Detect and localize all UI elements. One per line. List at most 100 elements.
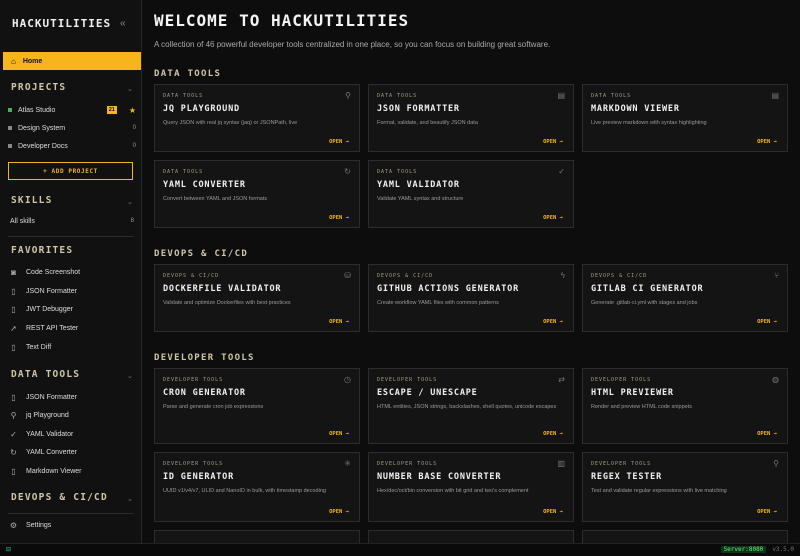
- favorite-item-rest-api-tester[interactable]: ➚ REST API Tester: [9, 322, 78, 334]
- card-category-tag: DEVOPS & CI/CD: [163, 273, 220, 279]
- projects-section-title[interactable]: PROJECTS: [11, 82, 66, 93]
- open-button[interactable]: OPEN →: [329, 215, 349, 221]
- project-item-developer-docs[interactable]: Developer Docs 0: [8, 140, 136, 152]
- tool-card-jq-playground[interactable]: DATA TOOLS ⚲ JQ PLAYGROUND Query JSON wi…: [154, 84, 360, 152]
- tool-card-regex-tester[interactable]: DEVELOPER TOOLS ⚲ REGEX TESTER Test and …: [582, 452, 788, 522]
- file-icon: ▯: [11, 466, 16, 476]
- card-title: GITHUB ACTIONS GENERATOR: [377, 284, 520, 294]
- skills-section-title[interactable]: SKILLS: [11, 195, 53, 206]
- tool-card-markdown-viewer[interactable]: DATA TOOLS ▤ MARKDOWN VIEWER Live previe…: [582, 84, 788, 152]
- open-button[interactable]: OPEN →: [543, 431, 563, 437]
- page-subtitle: A collection of 46 powerful developer to…: [154, 40, 551, 49]
- star-icon[interactable]: ★: [129, 106, 136, 115]
- card-description: UUID v1/v4/v7, ULID and NanoID in bulk, …: [163, 488, 326, 494]
- card-description: Test and validate regular expressions wi…: [591, 488, 727, 494]
- open-button[interactable]: OPEN →: [329, 431, 349, 437]
- open-button[interactable]: OPEN →: [543, 509, 563, 515]
- clock-icon: ◷: [344, 375, 351, 384]
- tool-card-html-previewer[interactable]: DEVELOPER TOOLS ◍ HTML PREVIEWER Render …: [582, 368, 788, 444]
- sidebar-tool-markdown-viewer[interactable]: ▯ Markdown Viewer: [9, 465, 81, 477]
- sidebar-tool-jq-playground[interactable]: ⚲ jq Playground: [9, 409, 69, 421]
- refresh-icon: ↻: [10, 447, 17, 457]
- open-button[interactable]: OPEN →: [757, 319, 777, 325]
- settings-button[interactable]: ⚙ Settings: [9, 521, 51, 530]
- open-button[interactable]: OPEN →: [757, 509, 777, 515]
- card-description: Query JSON with real jq syntax (jaq) or …: [163, 120, 298, 126]
- sidebar-item-label: jq Playground: [26, 411, 69, 419]
- sidebar-item-label: JSON Formatter: [26, 287, 77, 295]
- favorite-item-code-screenshot[interactable]: ◙ Code Screenshot: [9, 266, 80, 278]
- sidebar-item-all-skills[interactable]: All skills 8: [10, 218, 134, 225]
- camera-icon: ◙: [11, 267, 16, 277]
- tool-card-json-formatter[interactable]: DATA TOOLS ▤ JSON FORMATTER Format, vali…: [368, 84, 574, 152]
- open-button[interactable]: OPEN →: [543, 139, 563, 145]
- add-project-button[interactable]: + ADD PROJECT: [8, 162, 133, 180]
- card-category-tag: DEVELOPER TOOLS: [377, 461, 438, 467]
- open-button[interactable]: OPEN →: [757, 431, 777, 437]
- project-item-atlas-studio[interactable]: Atlas Studio 21 ★: [8, 104, 136, 116]
- open-button[interactable]: OPEN →: [329, 139, 349, 145]
- bars-icon: ▥: [557, 459, 565, 468]
- open-button[interactable]: OPEN →: [757, 139, 777, 145]
- skills-count: 8: [130, 218, 134, 224]
- tool-card-yaml-converter[interactable]: DATA TOOLS ↻ YAML CONVERTER Convert betw…: [154, 160, 360, 228]
- favorite-item-jwt-debugger[interactable]: ▯ JWT Debugger: [9, 303, 73, 315]
- project-badge: 21: [106, 106, 117, 114]
- chevron-down-icon[interactable]: ⌄: [127, 198, 133, 206]
- tool-card-partial[interactable]: [582, 530, 788, 543]
- tool-card-escape-unescape[interactable]: DEVELOPER TOOLS ⇄ ESCAPE / UNESCAPE HTML…: [368, 368, 574, 444]
- search-icon: ⚲: [773, 459, 779, 468]
- project-name: Developer Docs: [18, 142, 68, 150]
- file-icon: ▯: [11, 392, 16, 402]
- tool-card-dockerfile-validator[interactable]: DEVOPS & CI/CD ⛁ DOCKERFILE VALIDATOR Va…: [154, 264, 360, 332]
- project-name: Atlas Studio: [18, 106, 56, 114]
- category-title-data-tools: DATA TOOLS: [154, 69, 222, 79]
- sparkle-icon: ✳: [344, 459, 351, 468]
- project-name: Design System: [18, 124, 66, 132]
- sidebar-tool-yaml-validator[interactable]: ✓ YAML Validator: [9, 428, 73, 440]
- chevron-down-icon[interactable]: ⌄: [127, 495, 133, 503]
- favorite-item-json-formatter[interactable]: ▯ JSON Formatter: [9, 285, 77, 297]
- card-title: CRON GENERATOR: [163, 388, 246, 398]
- favorites-section-title[interactable]: FAVORITES: [11, 245, 73, 256]
- card-title: JQ PLAYGROUND: [163, 104, 240, 114]
- main-content: WELCOME TO HACKUTILITIES A collection of…: [142, 0, 800, 543]
- globe-icon: ◍: [772, 375, 779, 384]
- tool-card-partial[interactable]: [154, 530, 360, 543]
- favorite-item-text-diff[interactable]: ▯ Text Diff: [9, 341, 51, 353]
- card-description: Format, validate, and beautify JSON data: [377, 120, 478, 126]
- sidebar-tool-json-formatter[interactable]: ▯ JSON Formatter: [9, 391, 77, 403]
- tool-card-id-generator[interactable]: DEVELOPER TOOLS ✳ ID GENERATOR UUID v1/v…: [154, 452, 360, 522]
- tool-card-gitlab-ci-generator[interactable]: DEVOPS & CI/CD ⑂ GITLAB CI GENERATOR Gen…: [582, 264, 788, 332]
- collapse-sidebar-icon[interactable]: «: [120, 18, 126, 29]
- card-category-tag: DEVELOPER TOOLS: [163, 461, 224, 467]
- sidebar-item-label: Text Diff: [26, 343, 52, 351]
- card-description: Validate YAML syntax and structure: [377, 196, 464, 202]
- devops-section-title[interactable]: DEVOPS & CI/CD: [11, 492, 108, 503]
- sidebar-tool-yaml-converter[interactable]: ↻ YAML Converter: [9, 446, 77, 458]
- status-icon[interactable]: ⊟: [6, 546, 11, 553]
- server-status-badge[interactable]: Server:8080: [720, 546, 767, 553]
- tool-card-github-actions-generator[interactable]: DEVOPS & CI/CD ϟ GITHUB ACTIONS GENERATO…: [368, 264, 574, 332]
- tool-card-yaml-validator[interactable]: DATA TOOLS ✓ YAML VALIDATOR Validate YAM…: [368, 160, 574, 228]
- card-description: Validate and optimize Dockerfiles with b…: [163, 300, 291, 306]
- open-button[interactable]: OPEN →: [329, 319, 349, 325]
- project-count: 0: [132, 143, 136, 149]
- data-tools-section-title[interactable]: DATA TOOLS: [11, 369, 80, 380]
- sidebar-item-label: JWT Debugger: [26, 305, 73, 313]
- gear-icon: ⚙: [9, 521, 18, 530]
- chevron-down-icon[interactable]: ⌄: [127, 372, 133, 380]
- open-button[interactable]: OPEN →: [543, 319, 563, 325]
- tool-card-number-base-converter[interactable]: DEVELOPER TOOLS ▥ NUMBER BASE CONVERTER …: [368, 452, 574, 522]
- tool-card-partial[interactable]: [368, 530, 574, 543]
- card-category-tag: DEVELOPER TOOLS: [591, 377, 652, 383]
- card-category-tag: DEVELOPER TOOLS: [591, 461, 652, 467]
- sidebar-item-home[interactable]: ⌂ Home: [3, 52, 141, 70]
- divider: [8, 236, 134, 237]
- tool-card-cron-generator[interactable]: DEVELOPER TOOLS ◷ CRON GENERATOR Parse a…: [154, 368, 360, 444]
- project-item-design-system[interactable]: Design System 0: [8, 122, 136, 134]
- branch-icon: ⑂: [774, 271, 779, 280]
- chevron-down-icon[interactable]: ⌄: [127, 85, 133, 93]
- open-button[interactable]: OPEN →: [543, 215, 563, 221]
- open-button[interactable]: OPEN →: [329, 509, 349, 515]
